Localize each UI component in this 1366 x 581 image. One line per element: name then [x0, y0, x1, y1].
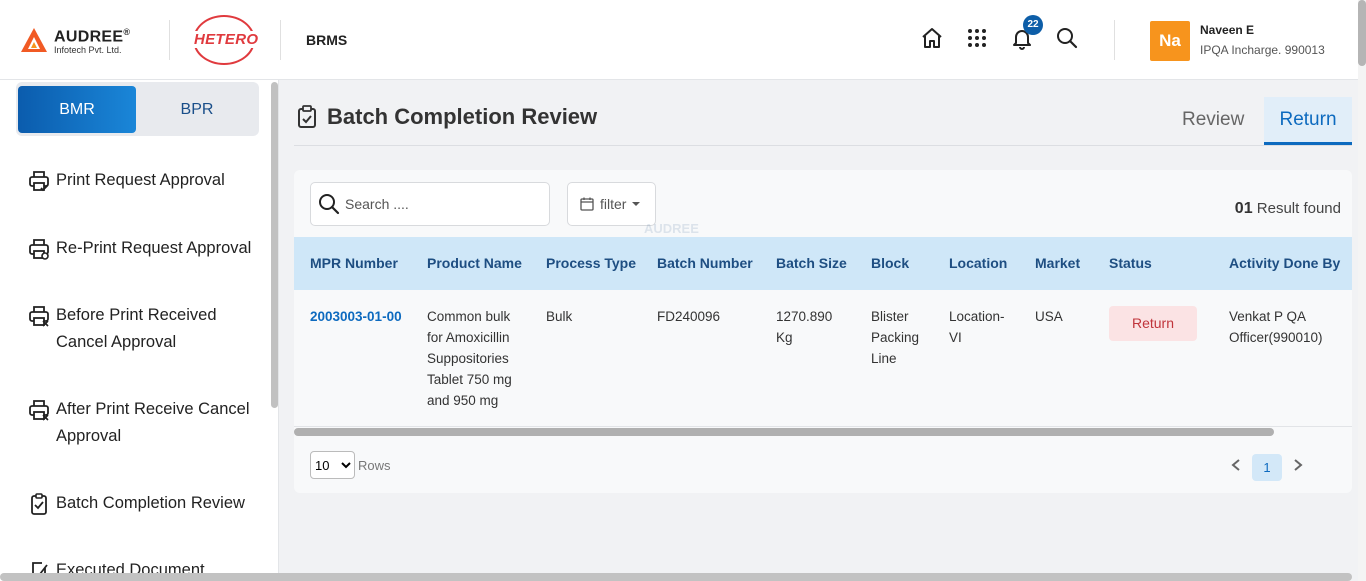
chevron-right-icon[interactable]: [1292, 458, 1304, 472]
sidebar-item-re-print-request-approval[interactable]: Re-Print Request Approval: [28, 235, 251, 262]
sidebar-item-label: Batch Completion Review: [56, 494, 245, 512]
result-count: 01 Result found: [1235, 200, 1341, 218]
printer-cancel-icon: [29, 400, 49, 421]
tab-return[interactable]: Return: [1264, 97, 1352, 145]
sidebar-item-batch-completion-review[interactable]: Batch Completion Review: [28, 490, 245, 517]
sidebar-item-after-print-receive-cancel-approval[interactable]: After Print Receive Cancel Approval: [28, 396, 256, 450]
sidebar-item-label: After Print Receive Cancel Approval: [56, 400, 250, 445]
audree-watermark: AUDREE: [644, 221, 699, 236]
column-header-mpr-number[interactable]: MPR Number: [310, 255, 398, 271]
home-icon[interactable]: [920, 26, 944, 50]
cell-location: Location-VI: [949, 309, 1005, 345]
logo-subtitle: Infotech Pvt. Ltd.: [54, 45, 122, 56]
column-header-block[interactable]: Block: [871, 255, 909, 271]
printer-check-icon: [29, 171, 49, 192]
search-icon[interactable]: [1055, 26, 1079, 50]
hetero-logo-text: HETERO: [193, 31, 260, 48]
cell-batch-number: FD240096: [657, 309, 721, 324]
status-badge: Return: [1109, 306, 1197, 341]
printer-refresh-icon: [29, 239, 49, 260]
calendar-icon: [580, 197, 594, 211]
hetero-logo: HETERO: [193, 15, 260, 65]
sidebar-item-before-print-received-cancel-approval[interactable]: Before Print Received Cancel Approval: [28, 302, 246, 356]
clipboard-check-icon: [298, 105, 316, 128]
main-content: Batch Completion Review Review Return fi…: [280, 80, 1366, 581]
printer-cancel-icon: [29, 306, 49, 327]
column-header-batch-size[interactable]: Batch Size: [776, 255, 847, 271]
result-count-text: Result found: [1256, 200, 1341, 217]
notification-badge[interactable]: 22: [1023, 15, 1043, 35]
search-input[interactable]: [345, 196, 535, 212]
logo-name: AUDREE: [54, 28, 124, 46]
top-header: AUDREE® Infotech Pvt. Ltd. HETERO BRMS 2…: [0, 0, 1366, 80]
chevron-down-icon: [632, 202, 641, 206]
header-divider: [1114, 20, 1115, 60]
segment-bpr[interactable]: BPR: [138, 86, 256, 133]
results-card: filter 01 Result found MPR Number Produc…: [294, 170, 1352, 493]
user-name: Naveen E: [1200, 23, 1255, 37]
page-number-button[interactable]: 1: [1252, 454, 1282, 481]
sidebar-item-label: Re-Print Request Approval: [56, 239, 252, 257]
search-box[interactable]: [310, 182, 550, 226]
cell-block: Blister Packing Line: [871, 309, 920, 366]
page-vertical-scrollbar[interactable]: [1358, 0, 1366, 581]
column-header-location[interactable]: Location: [949, 255, 1007, 271]
logo-registered: ®: [123, 27, 131, 37]
user-role: IPQA Incharge. 990013: [1200, 43, 1325, 57]
sidebar-item-label: Before Print Received Cancel Approval: [56, 306, 217, 351]
chevron-left-icon[interactable]: [1230, 458, 1242, 472]
search-icon: [319, 194, 340, 215]
cell-batch-size: 1270.890 Kg: [776, 309, 833, 345]
column-header-product-name[interactable]: Product Name: [427, 255, 522, 271]
tab-review[interactable]: Review: [1166, 97, 1260, 145]
audree-logo-icon: [21, 28, 47, 52]
cell-process-type: Bulk: [546, 309, 573, 324]
table-row[interactable]: 2003003-01-00 Common bulk for Amoxicilli…: [294, 290, 1352, 427]
column-header-batch-number[interactable]: Batch Number: [657, 255, 753, 271]
column-header-activity-done-by[interactable]: Activity Done By: [1229, 255, 1340, 271]
column-header-status[interactable]: Status: [1109, 255, 1152, 271]
segment-bmr[interactable]: BMR: [18, 86, 136, 133]
sidebar-item-label: Print Request Approval: [56, 171, 225, 189]
table-horizontal-scrollbar[interactable]: [294, 428, 1274, 436]
mpr-number-link[interactable]: 2003003-01-00: [310, 306, 402, 327]
cell-product-name: Common bulk for Amoxicillin Suppositorie…: [427, 309, 512, 408]
apps-grid-icon[interactable]: [965, 26, 989, 50]
sidebar-scrollbar[interactable]: [271, 82, 278, 408]
column-header-process-type[interactable]: Process Type: [546, 255, 636, 271]
clipboard-check-icon: [31, 493, 47, 515]
header-divider: [280, 20, 281, 60]
filter-button[interactable]: filter: [567, 182, 656, 226]
rows-label: Rows: [358, 458, 391, 473]
rows-per-page-select[interactable]: 10: [310, 451, 355, 479]
result-count-number: 01: [1234, 200, 1253, 217]
cell-market: USA: [1035, 309, 1063, 324]
page-title: Batch Completion Review: [296, 104, 597, 130]
cell-activity-done-by: Venkat P QA Officer(990010): [1229, 309, 1323, 345]
title-divider: [294, 145, 1352, 146]
page-title-text: Batch Completion Review: [327, 104, 598, 129]
app-name: BRMS: [306, 32, 348, 48]
table-header: MPR Number Product Name Process Type Bat…: [294, 221, 1352, 290]
audree-logo: AUDREE® Infotech Pvt. Ltd.: [20, 24, 130, 55]
filter-label: filter: [600, 196, 627, 212]
bmr-bpr-toggle: BMR BPR: [16, 82, 259, 136]
sidebar-item-print-request-approval[interactable]: Print Request Approval: [28, 167, 225, 194]
column-header-market[interactable]: Market: [1035, 255, 1080, 271]
sidebar: BMR BPR Print Request Approval Re-Print …: [0, 80, 279, 581]
header-divider: [169, 20, 170, 60]
avatar[interactable]: Na: [1150, 21, 1190, 61]
page-horizontal-scrollbar[interactable]: [0, 573, 1352, 581]
page-vertical-scroll-thumb[interactable]: [1358, 0, 1366, 66]
